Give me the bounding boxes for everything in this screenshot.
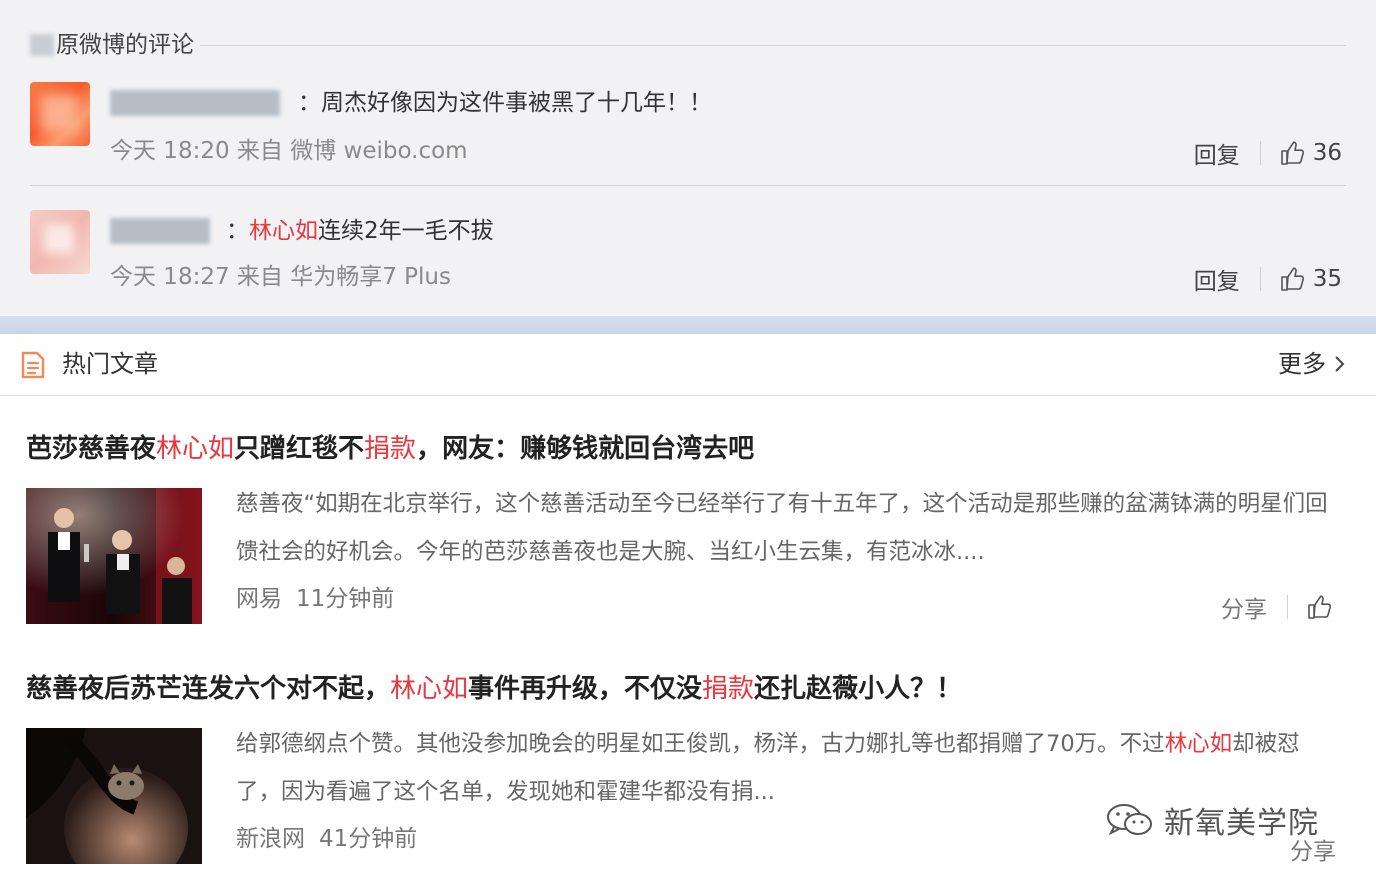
document-icon bbox=[21, 351, 45, 379]
text-segment: 只蹭红毯不 bbox=[234, 434, 365, 464]
article-item[interactable]: 芭莎慈善夜林心如只蹭红毯不捐款，网友：赚够钱就回台湾去吧 慈善夜“如期在北京举行… bbox=[0, 430, 1376, 630]
text-segment: 给郭德纲点个赞。其他没参加晚会的明星如王俊凯，杨洋，古力娜扎等也都捐赠了70万。… bbox=[236, 731, 1165, 757]
watermark: 新氧美学院 bbox=[1104, 798, 1319, 842]
article-title[interactable]: 芭莎慈善夜林心如只蹭红毯不捐款，网友：赚够钱就回台湾去吧 bbox=[26, 430, 754, 468]
comment-actions: 回复 36 bbox=[1194, 136, 1342, 170]
article-actions: 分享 bbox=[1221, 590, 1340, 624]
text-segment: 慈善夜后苏芒连发六个对不起， bbox=[26, 674, 391, 704]
thumbs-up-icon[interactable] bbox=[1279, 266, 1305, 292]
comment-item: ：周杰好像因为这件事被黑了十几年！！ 今天 18:20 来自 微博 weibo.… bbox=[30, 82, 1346, 186]
like-count: 36 bbox=[1312, 140, 1342, 166]
text-segment: ：周杰好像因为这件事被黑了十几年！！ bbox=[298, 90, 712, 116]
highlight-text: 捐款 bbox=[702, 674, 755, 704]
header-divider bbox=[30, 45, 1346, 46]
blurred-username bbox=[30, 34, 54, 56]
avatar[interactable] bbox=[30, 210, 90, 274]
comment-actions: 回复 35 bbox=[1194, 262, 1342, 296]
source-name: 新浪网 bbox=[236, 826, 305, 852]
comments-title-text: 原微博的评论 bbox=[56, 32, 194, 58]
text-segment: ，网友：赚够钱就回台湾去吧 bbox=[416, 434, 755, 464]
comment-text: ：林心如连续2年一毛不拔 bbox=[226, 214, 494, 248]
highlight-text: 捐款 bbox=[364, 434, 417, 464]
chevron-right-icon[interactable] bbox=[1332, 354, 1346, 374]
thumbs-up-icon[interactable] bbox=[1306, 594, 1332, 620]
text-segment: ： bbox=[226, 218, 249, 244]
more-label[interactable]: 更多 bbox=[1278, 348, 1326, 380]
article-thumbnail[interactable] bbox=[26, 488, 202, 624]
article-source: 新浪网 41分钟前 bbox=[236, 822, 417, 856]
action-divider bbox=[1287, 595, 1288, 619]
article-summary: 慈善夜“如期在北京举行，这个慈善活动至今已经举行了有十五年了，这个活动是那些赚的… bbox=[236, 480, 1336, 576]
more-link[interactable]: 更多 bbox=[1278, 348, 1346, 380]
article-title[interactable]: 慈善夜后苏芒连发六个对不起，林心如事件再升级，不仅没捐款还扎赵薇小人？！ bbox=[26, 670, 962, 708]
stage-photo-image bbox=[26, 488, 202, 624]
comment-meta: 今天 18:20 来自 微博 weibo.com bbox=[110, 138, 468, 164]
text-segment: 连续2年一毛不拔 bbox=[318, 218, 494, 244]
article-thumbnail[interactable] bbox=[26, 728, 202, 864]
highlight-text: 林心如 bbox=[1164, 731, 1233, 757]
source-name: 网易 bbox=[236, 586, 282, 612]
text-segment: 芭莎慈善夜 bbox=[26, 434, 157, 464]
text-segment: 事件再升级，不仅没 bbox=[468, 674, 703, 704]
action-divider bbox=[1259, 141, 1261, 165]
section-separator bbox=[0, 316, 1376, 334]
text-segment: 还扎赵薇小人？！ bbox=[754, 674, 963, 704]
text-segment: 慈善夜“如期在北京举行，这个慈善活动至今已经举行了有十五年了，这个活动是那些赚的… bbox=[236, 491, 1328, 565]
comments-title: 原微博的评论 bbox=[30, 28, 200, 62]
reply-button[interactable]: 回复 bbox=[1194, 136, 1240, 170]
comment-text: ：周杰好像因为这件事被黑了十几年！！ bbox=[298, 86, 712, 120]
highlight-text: 林心如 bbox=[249, 218, 318, 244]
comment-meta: 今天 18:27 来自 华为畅享7 Plus bbox=[110, 264, 451, 290]
hot-articles-header: 热门文章 更多 bbox=[0, 334, 1376, 396]
blurred-username[interactable] bbox=[110, 90, 280, 116]
thumbs-up-icon[interactable] bbox=[1279, 140, 1305, 166]
action-divider bbox=[1259, 267, 1261, 291]
article-item[interactable]: 慈善夜后苏芒连发六个对不起，林心如事件再升级，不仅没捐款还扎赵薇小人？！ 给郭德… bbox=[0, 670, 1376, 876]
article-source: 网易 11分钟前 bbox=[236, 582, 394, 616]
publish-time: 11分钟前 bbox=[296, 586, 395, 612]
portrait-photo-image bbox=[26, 728, 202, 864]
like-count: 35 bbox=[1312, 266, 1342, 292]
reply-button[interactable]: 回复 bbox=[1194, 262, 1240, 296]
share-button[interactable]: 分享 bbox=[1221, 590, 1267, 624]
comments-section: 原微博的评论 ：周杰好像因为这件事被黑了十几年！！ 今天 18:20 来自 微博… bbox=[0, 0, 1376, 316]
comments-header: 原微博的评论 bbox=[30, 28, 1346, 62]
wechat-icon bbox=[1107, 804, 1152, 836]
publish-time: 41分钟前 bbox=[319, 826, 418, 852]
comment-item: ：林心如连续2年一毛不拔 今天 18:27 来自 华为畅享7 Plus 回复 3… bbox=[30, 210, 1346, 302]
highlight-text: 林心如 bbox=[390, 674, 469, 704]
highlight-text: 林心如 bbox=[156, 434, 235, 464]
share-button[interactable]: 分享 bbox=[1290, 832, 1336, 866]
avatar[interactable] bbox=[30, 82, 90, 146]
section-title: 热门文章 bbox=[62, 350, 158, 378]
blurred-username[interactable] bbox=[110, 218, 210, 244]
